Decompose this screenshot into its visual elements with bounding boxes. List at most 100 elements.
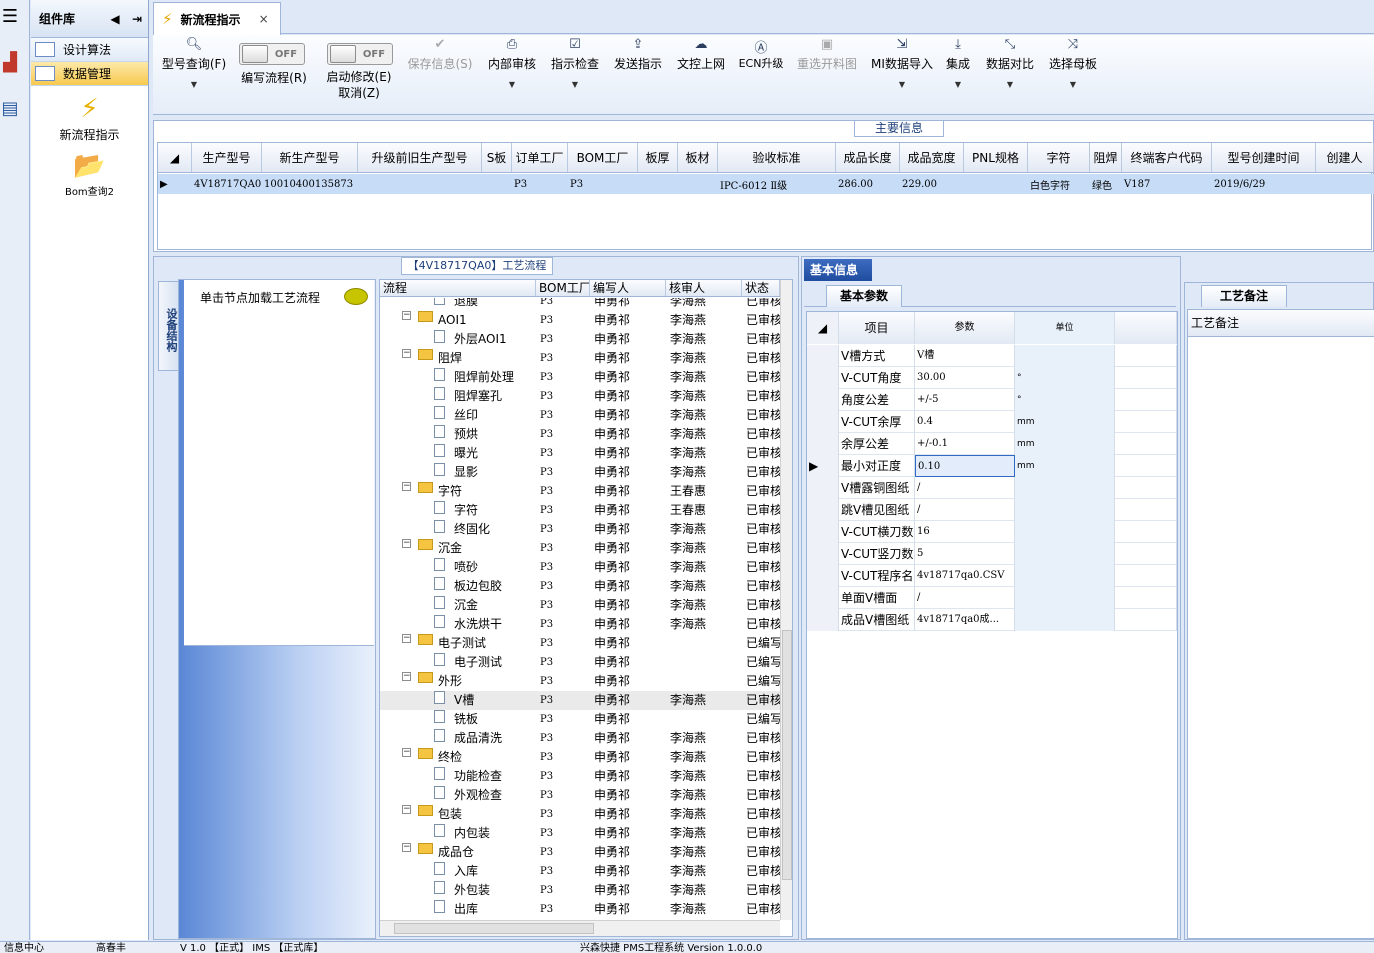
column-header[interactable]: 升级前旧生产型号 bbox=[358, 143, 482, 172]
chevron-down-icon[interactable]: ▼ bbox=[159, 80, 229, 89]
column-header[interactable]: 核审人 bbox=[666, 280, 742, 296]
row-indicator-header[interactable]: ◢ bbox=[807, 312, 839, 344]
menu-icon[interactable]: ☰ bbox=[0, 6, 20, 32]
param-value[interactable]: / bbox=[915, 587, 1015, 609]
column-header[interactable]: 状态 bbox=[742, 280, 780, 296]
param-value[interactable]: V槽 bbox=[915, 345, 1015, 367]
tree-row[interactable]: 电子测试 P3 申勇祁 已编写 bbox=[380, 653, 780, 672]
tree-row[interactable]: 外包装 P3 申勇祁 李海燕 已审核 bbox=[380, 881, 780, 900]
library-item-new-flow[interactable]: ⚡ 新流程指示 bbox=[31, 92, 148, 143]
collapse-icon[interactable]: − bbox=[402, 349, 411, 358]
column-header[interactable]: 验收标准 bbox=[718, 143, 836, 172]
table-cell[interactable]: 白色字符 bbox=[1028, 174, 1090, 194]
table-cell[interactable]: P3 bbox=[568, 174, 638, 194]
column-header[interactable]: BOM工厂 bbox=[536, 280, 590, 296]
param-row[interactable]: V-CUT角度 30.00 ° bbox=[807, 367, 1177, 389]
collapse-left-icon[interactable]: ◀ bbox=[104, 12, 126, 26]
column-header[interactable]: 订单工厂 bbox=[512, 143, 568, 172]
tree-row[interactable]: 板边包胶 P3 申勇祁 李海燕 已审核 bbox=[380, 577, 780, 596]
collapse-icon[interactable]: − bbox=[402, 805, 411, 814]
column-header[interactable]: 参数 bbox=[915, 312, 1015, 344]
tree-row[interactable]: 外层AOI1 P3 申勇祁 李海燕 已审核 bbox=[380, 330, 780, 349]
table-cell[interactable] bbox=[678, 174, 718, 194]
tree-row[interactable]: − AOI1 P3 申勇祁 李海燕 已审核 bbox=[380, 311, 780, 330]
column-header[interactable]: 成品宽度 bbox=[900, 143, 964, 172]
table-cell[interactable]: 229.00 bbox=[900, 174, 964, 194]
param-row[interactable]: V-CUT横刀数 16 bbox=[807, 521, 1177, 543]
equipment-list[interactable]: 单击节点加载工艺流程 bbox=[184, 280, 374, 646]
table-cell[interactable]: 2019/6/29 bbox=[1212, 174, 1316, 194]
library-group-design-algorithm[interactable]: 设计算法 bbox=[31, 38, 148, 62]
param-row[interactable]: V-CUT余厚 0.4 mm bbox=[807, 411, 1177, 433]
report-icon[interactable]: ▤ bbox=[0, 98, 20, 124]
column-header[interactable]: 成品长度 bbox=[836, 143, 900, 172]
param-value[interactable]: 0.10 bbox=[915, 455, 1015, 477]
tree-row[interactable]: 阻焊塞孔 P3 申勇祁 李海燕 已审核 bbox=[380, 387, 780, 406]
param-value[interactable]: 16 bbox=[915, 521, 1015, 543]
column-header[interactable]: 项目 bbox=[839, 312, 915, 344]
library-group-data-management[interactable]: 数据管理 bbox=[31, 62, 148, 86]
collapse-icon[interactable]: − bbox=[402, 843, 411, 852]
basic-info-title[interactable]: 基本信息 bbox=[804, 259, 872, 281]
param-value[interactable]: 0.4 bbox=[915, 411, 1015, 433]
tree-row[interactable]: 铣板 P3 申勇祁 已编写 bbox=[380, 710, 780, 729]
save-info-button[interactable]: ✔ 保存信息(S) bbox=[405, 37, 475, 72]
table-cell[interactable]: V187 bbox=[1122, 174, 1212, 194]
table-cell[interactable] bbox=[1316, 174, 1374, 194]
tree-row[interactable]: 出库 P3 申勇祁 李海燕 已审核 bbox=[380, 900, 780, 918]
column-header[interactable]: 型号创建时间 bbox=[1212, 143, 1316, 172]
tab-new-flow[interactable]: ⚡ 新流程指示 × bbox=[153, 2, 281, 35]
tree-row[interactable]: − 成品仓 P3 申勇祁 李海燕 已审核 bbox=[380, 843, 780, 862]
cancel-text[interactable]: 取消(Z) bbox=[319, 85, 399, 101]
param-value[interactable]: 4v18717qa0成... bbox=[915, 609, 1015, 631]
tree-row[interactable]: 成品清洗 P3 申勇祁 李海燕 已审核 bbox=[380, 729, 780, 748]
column-header[interactable]: 新生产型号 bbox=[262, 143, 358, 172]
mi-import-button[interactable]: ⇲ MI数据导入 ▼ bbox=[869, 37, 935, 89]
column-header[interactable]: 创建人 bbox=[1316, 143, 1374, 172]
table-row[interactable]: ▶ 4V18717QA0 10010400135873 P3 P3 IPC-6012 Ⅱ级… bbox=[158, 174, 1374, 194]
collapse-icon[interactable]: − bbox=[402, 748, 411, 757]
tree-row[interactable]: − 外形 P3 申勇祁 已编写 bbox=[380, 672, 780, 691]
factory-icon[interactable]: ▟ bbox=[0, 52, 20, 78]
table-cell[interactable] bbox=[964, 174, 1028, 194]
instruction-check-button[interactable]: ☑ 指示检查 ▼ bbox=[549, 37, 601, 89]
reselect-material-button[interactable]: ▣ 重选开料图 bbox=[795, 37, 859, 72]
param-row[interactable]: V-CUT竖刀数 5 bbox=[807, 543, 1177, 565]
start-edit-toggle[interactable]: OFF bbox=[327, 43, 393, 65]
param-row[interactable]: V槽露铜图纸 / bbox=[807, 477, 1177, 499]
edit-flow-toggle[interactable]: OFF bbox=[239, 43, 305, 65]
table-cell[interactable]: P3 bbox=[512, 174, 568, 194]
tree-row[interactable]: − 字符 P3 申勇祁 王春惠 已审核 bbox=[380, 482, 780, 501]
chevron-down-icon[interactable]: ▼ bbox=[1047, 80, 1099, 89]
tree-row[interactable]: − 终检 P3 申勇祁 李海燕 已审核 bbox=[380, 748, 780, 767]
collapse-icon[interactable]: − bbox=[402, 634, 411, 643]
table-cell[interactable]: IPC-6012 Ⅱ级 bbox=[718, 174, 836, 194]
param-value[interactable]: +/-5 bbox=[915, 389, 1015, 411]
column-header[interactable]: S板 bbox=[482, 143, 512, 172]
collapse-icon[interactable]: − bbox=[402, 672, 411, 681]
param-row[interactable]: ▶ 最小对正度 0.10 mm bbox=[807, 455, 1177, 477]
tree-row[interactable]: 丝印 P3 申勇祁 李海燕 已审核 bbox=[380, 406, 780, 425]
model-query-button[interactable]: 🔍︎ 型号查询(F) ▼ bbox=[159, 37, 229, 89]
collapse-icon[interactable]: − bbox=[402, 539, 411, 548]
column-header[interactable]: 流程 bbox=[380, 280, 536, 296]
table-cell[interactable] bbox=[358, 174, 482, 194]
table-cell[interactable]: 286.00 bbox=[836, 174, 900, 194]
table-cell[interactable]: 10010400135873 bbox=[262, 174, 358, 194]
process-note-body[interactable] bbox=[1187, 337, 1374, 939]
param-row[interactable]: V-CUT程序名 4v18717qa0.CSV bbox=[807, 565, 1177, 587]
tree-row[interactable]: 喷砂 P3 申勇祁 李海燕 已审核 bbox=[380, 558, 780, 577]
tree-row[interactable]: − 沉金 P3 申勇祁 李海燕 已审核 bbox=[380, 539, 780, 558]
param-row[interactable]: 跳V槽见图纸 / bbox=[807, 499, 1177, 521]
table-cell[interactable]: 绿色 bbox=[1090, 174, 1122, 194]
tree-row[interactable]: 沉金 P3 申勇祁 李海燕 已审核 bbox=[380, 596, 780, 615]
tree-row[interactable]: 功能检查 P3 申勇祁 李海燕 已审核 bbox=[380, 767, 780, 786]
data-compare-button[interactable]: ⤡ 数据对比 ▼ bbox=[983, 37, 1037, 89]
tree-row[interactable]: 内包装 P3 申勇祁 李海燕 已审核 bbox=[380, 824, 780, 843]
scroll-thumb[interactable] bbox=[782, 630, 792, 880]
tree-row[interactable]: 退膜 P3 申勇祁 李海燕 已审核 bbox=[380, 298, 780, 311]
tree-row[interactable]: 曝光 P3 申勇祁 李海燕 已审核 bbox=[380, 444, 780, 463]
collapse-icon[interactable]: − bbox=[402, 311, 411, 320]
horizontal-scrollbar[interactable] bbox=[380, 920, 780, 936]
collapse-icon[interactable]: − bbox=[402, 482, 411, 491]
